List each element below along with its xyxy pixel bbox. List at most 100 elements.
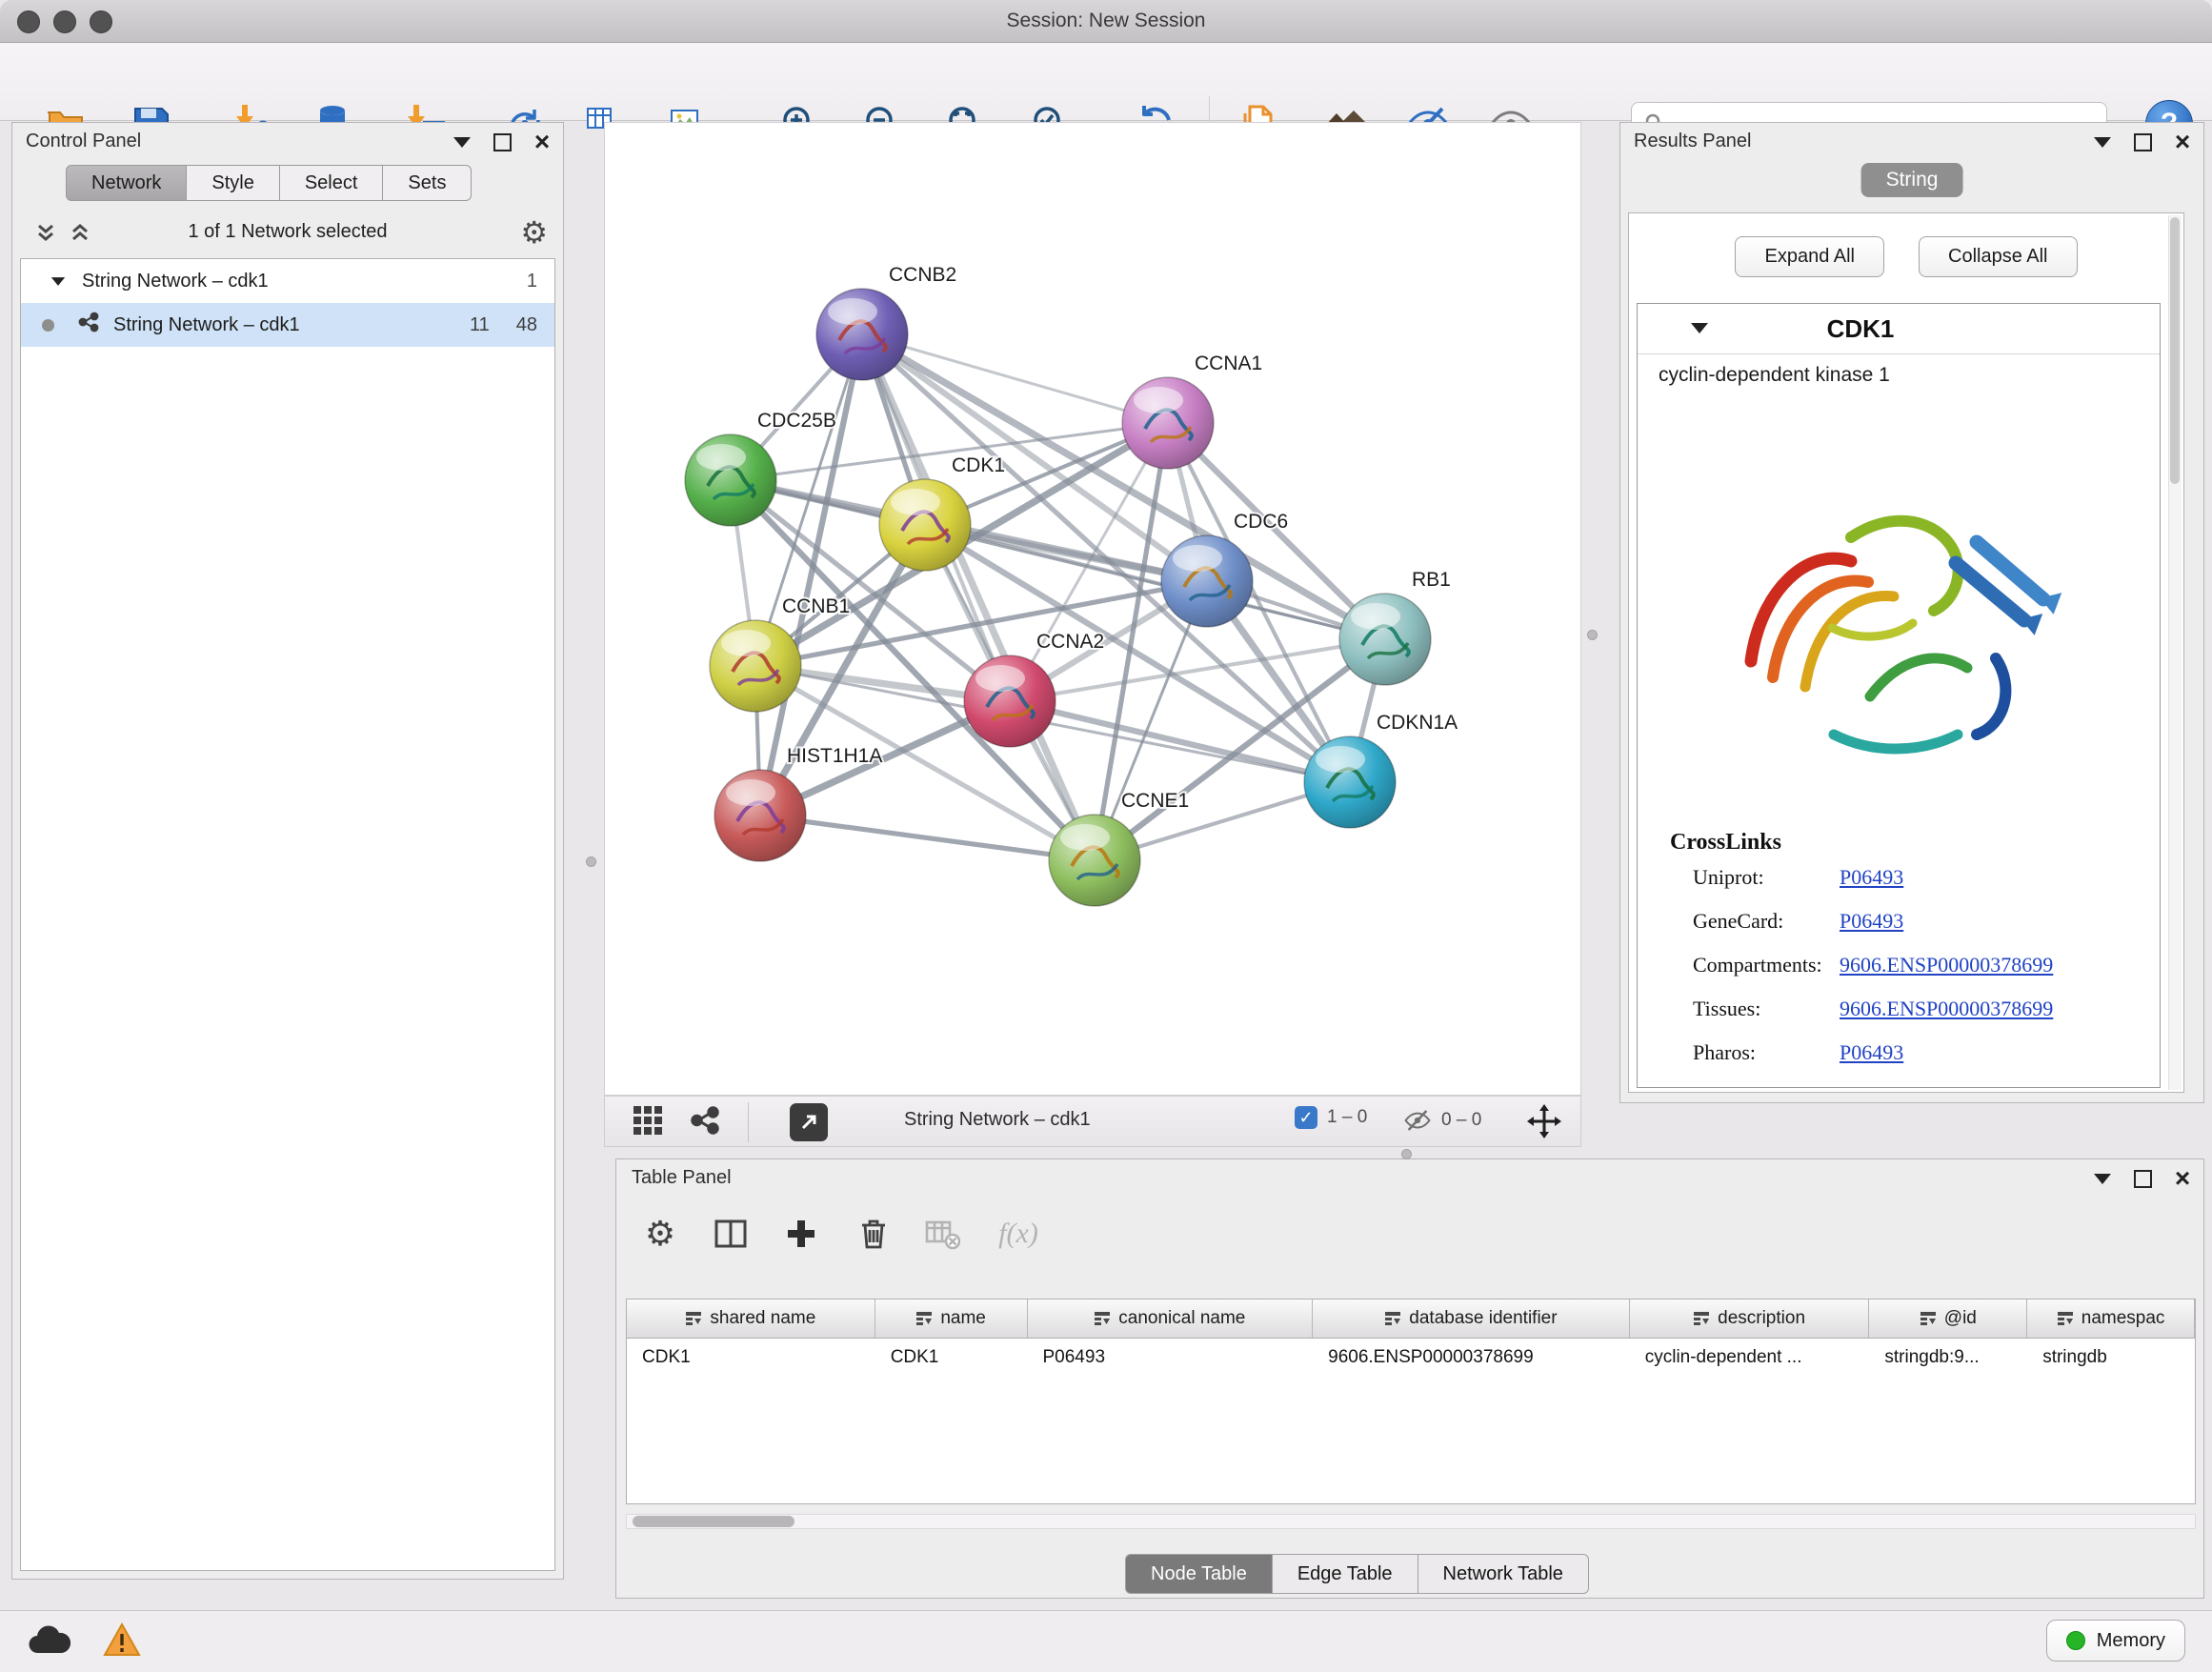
network-edge-count: 48: [516, 314, 537, 336]
column-header-name[interactable]: name: [875, 1299, 1028, 1338]
expand-all-button[interactable]: Expand All: [1735, 236, 1884, 277]
delete-column-trash-icon[interactable]: [849, 1209, 898, 1259]
selected-nodes-checkbox-icon[interactable]: ✓: [1295, 1106, 1317, 1129]
crosslink-label: Uniprot:: [1638, 865, 1840, 890]
column-header-description[interactable]: description: [1630, 1299, 1870, 1338]
network-edge-HIST1H1A-CCNE1[interactable]: [760, 816, 1095, 860]
tab-edge-table[interactable]: Edge Table: [1273, 1554, 1418, 1594]
open-in-new-window-icon[interactable]: [790, 1103, 828, 1141]
network-edge-CCNB2-CCNE1[interactable]: [862, 334, 1095, 860]
network-node-RB1[interactable]: RB1: [1339, 569, 1451, 685]
tab-style[interactable]: Style: [187, 165, 279, 201]
network-canvas[interactable]: CCNB2CCNA1CDC25BCDK1CDC6RB1CCNB1CCNA2CDK…: [604, 122, 1581, 1096]
collection-count: 1: [527, 271, 537, 292]
crosslink-link[interactable]: 9606.ENSP00000378699: [1840, 997, 2053, 1021]
column-header--id[interactable]: @id: [1869, 1299, 2027, 1338]
results-panel-close-icon[interactable]: ×: [2171, 131, 2194, 153]
network-node-CDC25B[interactable]: CDC25B: [685, 410, 836, 526]
table-panel-collapse-icon[interactable]: [2091, 1167, 2114, 1190]
memory-button-label: Memory: [2097, 1630, 2165, 1652]
protein-name: CDK1: [1638, 314, 2083, 344]
tab-network[interactable]: Network: [66, 165, 187, 201]
network-options-gear-icon[interactable]: ⚙: [520, 214, 548, 251]
crosslink-row: Compartments:9606.ENSP00000378699: [1638, 943, 2160, 987]
table-cell: stringdb:9...: [1869, 1339, 2027, 1377]
crosslink-row: GeneCard:P06493: [1638, 899, 2160, 943]
table-panel-float-icon[interactable]: [2131, 1167, 2154, 1190]
crosslinks-section: CrossLinks Uniprot:P06493GeneCard:P06493…: [1638, 830, 2160, 1075]
network-node-label-CCNB1: CCNB1: [782, 595, 850, 617]
show-columns-icon[interactable]: [706, 1209, 755, 1259]
column-header-shared-name[interactable]: shared name: [627, 1299, 875, 1338]
column-header-canonical-name[interactable]: canonical name: [1028, 1299, 1314, 1338]
titlebar: Session: New Session: [0, 0, 2212, 43]
column-header-namespac[interactable]: namespac: [2027, 1299, 2195, 1338]
network-row-selected[interactable]: String Network – cdk1 11 48: [21, 303, 554, 347]
tab-network-table[interactable]: Network Table: [1418, 1554, 1589, 1594]
control-panel-collapse-icon[interactable]: [451, 131, 473, 153]
network-node-label-CCNE1: CCNE1: [1121, 790, 1189, 812]
results-panel-float-icon[interactable]: [2131, 131, 2154, 153]
crosslink-link[interactable]: 9606.ENSP00000378699: [1840, 953, 2053, 977]
network-view-title: String Network – cdk1: [904, 1109, 1091, 1131]
bottom-splitter-handle[interactable]: [1401, 1149, 1412, 1159]
table-horizontal-scrollbar[interactable]: [626, 1514, 2196, 1529]
network-node-CCNB2[interactable]: CCNB2: [816, 264, 956, 380]
results-panel-collapse-icon[interactable]: [2091, 131, 2114, 153]
tab-sets[interactable]: Sets: [383, 165, 472, 201]
network-selection-status: 1 of 1 Network selected: [12, 221, 563, 243]
results-scrollbar[interactable]: [2168, 215, 2182, 1090]
warning-icon[interactable]: [103, 1622, 141, 1662]
protein-structure-image: [1718, 447, 2080, 790]
hidden-items-eye-icon: [1403, 1106, 1432, 1135]
table-settings-gear-icon[interactable]: ⚙: [635, 1209, 685, 1259]
crosslink-label: Compartments:: [1638, 953, 1840, 977]
table-header-row: shared namenamecanonical namedatabase id…: [627, 1299, 2195, 1339]
tab-string[interactable]: String: [1861, 163, 1963, 197]
table-toolbar: ⚙ f(x): [616, 1203, 2203, 1264]
collapse-all-button[interactable]: Collapse All: [1919, 236, 2078, 277]
table-row[interactable]: CDK1CDK1P064939606.ENSP00000378699cyclin…: [627, 1339, 2195, 1377]
network-status-dot-icon: [42, 319, 54, 332]
network-node-CDKN1A[interactable]: CDKN1A: [1304, 712, 1458, 828]
network-label: String Network – cdk1: [113, 314, 300, 336]
table-panel-title: Table Panel: [632, 1167, 732, 1189]
network-node-label-CDC6: CDC6: [1234, 511, 1288, 533]
network-node-CCNA1[interactable]: CCNA1: [1122, 353, 1262, 469]
add-column-icon[interactable]: [776, 1209, 826, 1259]
cloud-icon[interactable]: [25, 1624, 70, 1662]
crosslink-label: Pharos:: [1638, 1040, 1840, 1065]
tab-select[interactable]: Select: [280, 165, 384, 201]
statusbar: Memory: [0, 1610, 2212, 1672]
control-panel-close-icon[interactable]: ×: [531, 131, 553, 153]
crosslink-link[interactable]: P06493: [1840, 909, 1903, 934]
crosslink-label: Tissues:: [1638, 997, 1840, 1021]
control-panel-float-icon[interactable]: [491, 131, 513, 153]
network-share-view-icon[interactable]: [689, 1104, 721, 1141]
tab-node-table[interactable]: Node Table: [1125, 1554, 1273, 1594]
column-header-database-identifier[interactable]: database identifier: [1313, 1299, 1630, 1338]
network-node-HIST1H1A[interactable]: HIST1H1A: [714, 745, 882, 861]
control-panel-title: Control Panel: [26, 131, 141, 152]
grid-view-icon[interactable]: [632, 1104, 664, 1141]
crosslink-link[interactable]: P06493: [1840, 1040, 1903, 1065]
left-splitter-handle[interactable]: [586, 856, 596, 867]
crosslinks-title: CrossLinks: [1638, 830, 2160, 856]
crosslink-label: GeneCard:: [1638, 909, 1840, 934]
table-panel-close-icon[interactable]: ×: [2171, 1167, 2194, 1190]
pan-crosshair-icon[interactable]: [1525, 1102, 1563, 1145]
network-node-label-CDKN1A: CDKN1A: [1377, 712, 1458, 734]
crosslink-link[interactable]: P06493: [1840, 865, 1903, 890]
network-node-label-RB1: RB1: [1412, 569, 1451, 591]
table-cell: CDK1: [875, 1339, 1028, 1377]
table-cell: CDK1: [627, 1339, 875, 1377]
right-splitter-handle[interactable]: [1587, 630, 1598, 640]
memory-button[interactable]: Memory: [2046, 1620, 2185, 1662]
network-collection-row[interactable]: String Network – cdk1 1: [21, 259, 554, 303]
main-toolbar: ?: [0, 43, 2212, 121]
network-node-label-CDK1: CDK1: [952, 454, 1005, 476]
collection-expander-icon[interactable]: [51, 277, 65, 286]
memory-status-dot-icon: [2066, 1631, 2085, 1650]
network-node-CDK1[interactable]: CDK1: [879, 454, 1005, 571]
network-node-label-CDC25B: CDC25B: [757, 410, 836, 432]
